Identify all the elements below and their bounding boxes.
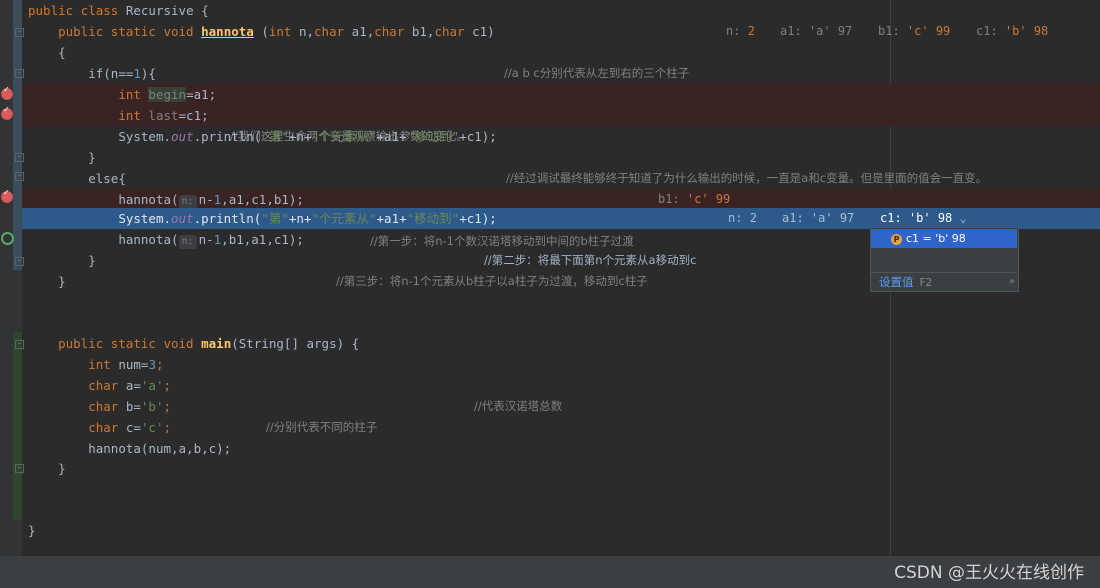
code-line[interactable]: } [22, 520, 1100, 541]
editor-gutter[interactable]: − − − − − − − [0, 0, 24, 556]
execution-point-icon [1, 232, 14, 245]
code-line[interactable]: { [22, 42, 1100, 63]
parameter-hint: n: [178, 195, 197, 209]
code-line[interactable]: } [22, 147, 1100, 168]
breakpoint-icon[interactable] [1, 188, 13, 203]
inline-debug-value[interactable]: c1: 'b' 98 [976, 21, 1048, 42]
code-line[interactable]: int num=3; //代表汉诺塔总数 [22, 354, 1100, 413]
code-line[interactable]: if(n==1){ [22, 63, 1100, 84]
watermark: CSDN @王火火在线创作 [894, 563, 1084, 583]
code-line[interactable]: else{ [22, 168, 1100, 189]
chevron-down-icon[interactable]: ⌄ [952, 211, 967, 225]
inline-debug-value-expanded[interactable]: c1: 'b' 98 ⌄ [880, 208, 967, 229]
breakpoint-icon[interactable] [1, 85, 13, 100]
code-line-breakpoint[interactable]: int begin=a1; //我们这里生命两个变量观察输出参数的变化。 [22, 84, 1100, 143]
inline-debug-value[interactable]: a1: 'a' 97 [780, 21, 852, 42]
code-line[interactable]: char a='a'; //分别代表不同的柱子 [22, 375, 1100, 434]
code-line[interactable]: System.out.println("第"+n+"个元素从"+a1+"移动到"… [22, 126, 1100, 185]
inline-debug-value[interactable]: n: 2 [728, 208, 757, 229]
popup-value-item[interactable]: Pc1 = 'b' 98 [871, 229, 1017, 248]
inline-debug-value[interactable]: a1: 'a' 97 [782, 208, 854, 229]
code-line[interactable]: } [22, 458, 1100, 479]
method-name[interactable]: main [201, 336, 231, 351]
code-line[interactable]: public static void main(String[] args) { [22, 333, 1100, 354]
parameter-icon: P [891, 234, 902, 245]
parameter-hint: n: [178, 235, 197, 249]
method-name[interactable]: hannota [201, 24, 254, 39]
inline-debug-value[interactable]: n: 2 [726, 21, 755, 42]
set-value-link[interactable]: 设置值 F2 [879, 272, 932, 293]
code-line-breakpoint[interactable]: hannota(n: n-1,a1,c1,b1); //第一步：将n-1个数汉诺塔… [22, 189, 1100, 248]
code-line-current[interactable]: System.out.println("第"+n+"个元素从"+a1+"移动到"… [22, 208, 1100, 267]
more-icon[interactable]: » [1009, 272, 1015, 292]
inline-debug-value[interactable]: b1: 'c' 99 [878, 21, 950, 42]
code-line[interactable]: public static void hannota (int n,char a… [22, 21, 1100, 80]
change-marker-added [13, 332, 22, 520]
debug-value-popup[interactable]: Pc1 = 'b' 98 设置值 F2 » [870, 227, 1019, 292]
inline-debug-value[interactable]: b1: 'c' 99 [658, 189, 730, 210]
change-marker [13, 0, 22, 270]
code-line[interactable]: char c='c'; [22, 417, 1100, 438]
breakpoint-icon[interactable] [1, 105, 13, 120]
code-line[interactable]: hannota(num,a,b,c); [22, 438, 1100, 459]
code-line-breakpoint[interactable]: int last=c1; [22, 105, 1100, 126]
code-line[interactable]: char b='b'; [22, 396, 1100, 417]
code-line[interactable]: public class Recursive { [22, 0, 1100, 21]
